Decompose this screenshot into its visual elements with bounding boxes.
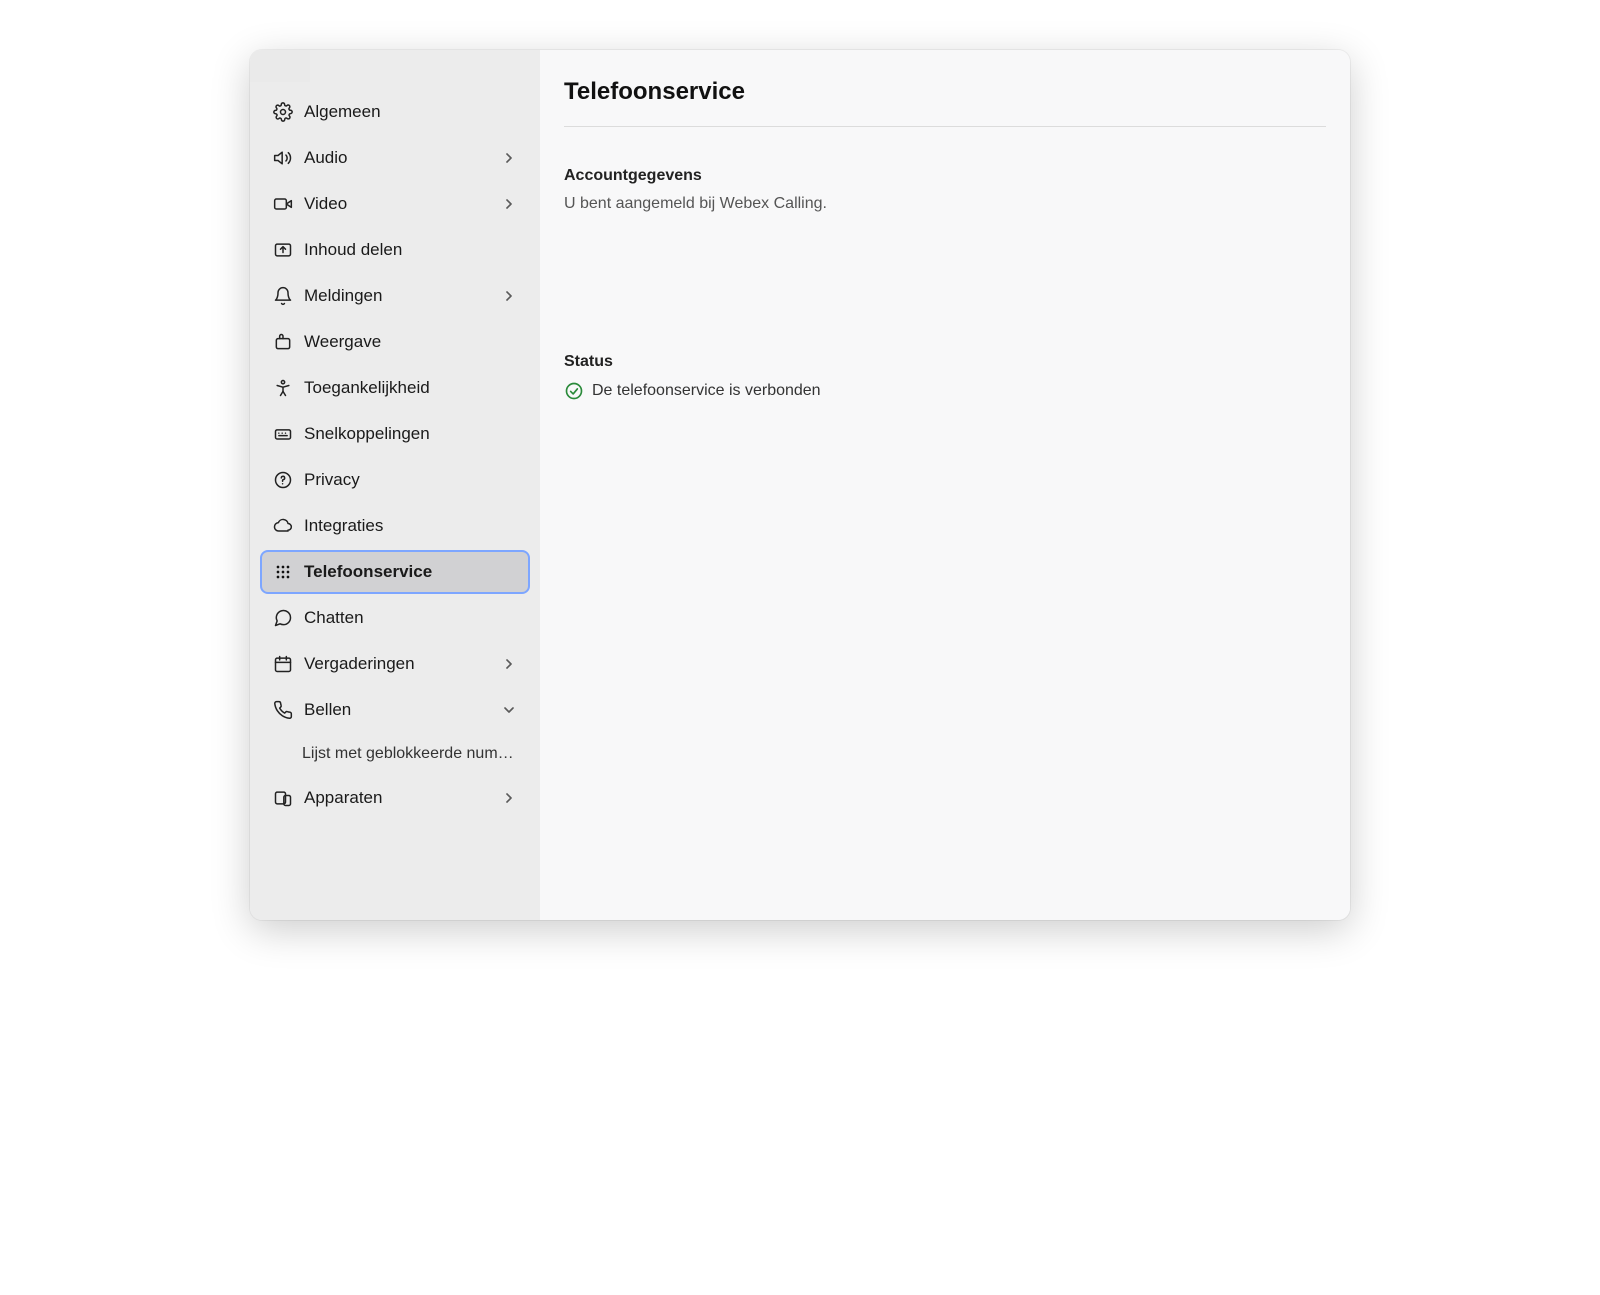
sidebar-sub-item-label: Lijst met geblokkeerde num…	[302, 745, 514, 763]
sidebar-item-meldingen[interactable]: Meldingen	[260, 274, 530, 318]
devices-icon	[272, 787, 294, 809]
dialpad-icon	[272, 561, 294, 583]
sidebar-item-weergave[interactable]: Weergave	[260, 320, 530, 364]
video-icon	[272, 193, 294, 215]
account-section: Accountgegevens U bent aangemeld bij Web…	[564, 167, 1326, 213]
sidebar-item-label: Integraties	[304, 516, 518, 536]
speaker-icon	[272, 147, 294, 169]
chevron-right-icon	[500, 195, 518, 213]
sidebar-item-audio[interactable]: Audio	[260, 136, 530, 180]
main-content: Telefoonservice Accountgegevens U bent a…	[540, 50, 1350, 920]
chevron-right-icon	[500, 149, 518, 167]
chevron-right-icon	[500, 789, 518, 807]
sidebar-item-label: Video	[304, 194, 500, 214]
accessibility-icon	[272, 377, 294, 399]
sidebar-item-vergaderingen[interactable]: Vergaderingen	[260, 642, 530, 686]
settings-window: Algemeen Audio Video Inhoud delen	[250, 50, 1350, 920]
sidebar-item-label: Bellen	[304, 700, 500, 720]
sidebar-item-label: Telefoonservice	[304, 562, 518, 582]
bell-icon	[272, 285, 294, 307]
status-section: Status De telefoonservice is verbonden	[564, 353, 1326, 401]
sidebar-item-snelkoppelingen[interactable]: Snelkoppelingen	[260, 412, 530, 456]
sidebar-item-label: Apparaten	[304, 788, 500, 808]
settings-sidebar: Algemeen Audio Video Inhoud delen	[250, 50, 540, 920]
sidebar-item-chatten[interactable]: Chatten	[260, 596, 530, 640]
account-text: U bent aangemeld bij Webex Calling.	[564, 195, 1326, 213]
page-title: Telefoonservice	[564, 78, 1326, 106]
sidebar-item-algemeen[interactable]: Algemeen	[260, 90, 530, 134]
sidebar-item-video[interactable]: Video	[260, 182, 530, 226]
sidebar-item-telefoonservice[interactable]: Telefoonservice	[260, 550, 530, 594]
sidebar-item-label: Privacy	[304, 470, 518, 490]
calendar-icon	[272, 653, 294, 675]
chevron-right-icon	[500, 287, 518, 305]
sidebar-item-label: Meldingen	[304, 286, 500, 306]
sidebar-item-apparaten[interactable]: Apparaten	[260, 776, 530, 820]
sidebar-item-label: Chatten	[304, 608, 518, 628]
check-circle-icon	[564, 381, 584, 401]
sidebar-item-privacy[interactable]: Privacy	[260, 458, 530, 502]
sidebar-item-label: Weergave	[304, 332, 518, 352]
keyboard-icon	[272, 423, 294, 445]
sidebar-item-inhoud-delen[interactable]: Inhoud delen	[260, 228, 530, 272]
sidebar-item-label: Vergaderingen	[304, 654, 500, 674]
share-screen-icon	[272, 239, 294, 261]
status-heading: Status	[564, 353, 1326, 371]
sidebar-item-bellen[interactable]: Bellen	[260, 688, 530, 732]
divider	[564, 126, 1326, 127]
sidebar-item-toegankelijkheid[interactable]: Toegankelijkheid	[260, 366, 530, 410]
cloud-icon	[272, 515, 294, 537]
window-titlebar-stub	[250, 50, 310, 82]
chevron-right-icon	[500, 655, 518, 673]
sidebar-item-label: Audio	[304, 148, 500, 168]
phone-icon	[272, 699, 294, 721]
account-heading: Accountgegevens	[564, 167, 1326, 185]
sidebar-sub-item-blocked-list[interactable]: Lijst met geblokkeerde num…	[260, 734, 530, 774]
chat-icon	[272, 607, 294, 629]
sidebar-item-integraties[interactable]: Integraties	[260, 504, 530, 548]
sidebar-item-label: Algemeen	[304, 102, 518, 122]
sidebar-item-label: Snelkoppelingen	[304, 424, 518, 444]
sidebar-item-label: Inhoud delen	[304, 240, 518, 260]
sidebar-item-label: Toegankelijkheid	[304, 378, 518, 398]
gear-icon	[272, 101, 294, 123]
appearance-icon	[272, 331, 294, 353]
status-text: De telefoonservice is verbonden	[592, 382, 821, 400]
privacy-icon	[272, 469, 294, 491]
chevron-down-icon	[500, 701, 518, 719]
